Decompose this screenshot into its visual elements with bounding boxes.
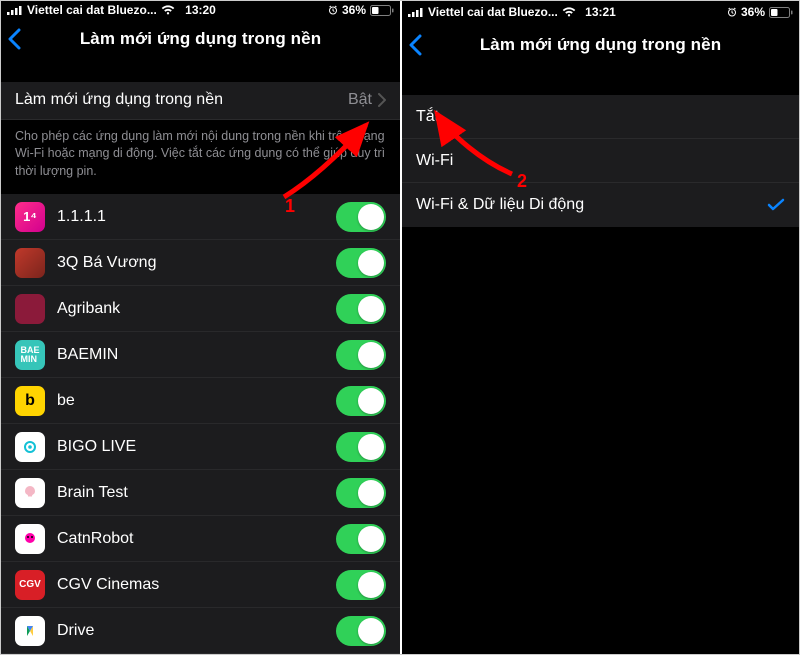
row-value: Bật (348, 91, 372, 109)
page-title: Làm mới ứng dụng trong nền (402, 35, 799, 55)
app-toggle[interactable] (336, 248, 386, 278)
section-footer: Cho phép các ứng dụng làm mới nội dung t… (1, 120, 400, 195)
back-button[interactable] (408, 23, 438, 67)
carrier-label: Viettel cai dat Bluezo... (428, 5, 558, 19)
option-row[interactable]: Wi-Fi & Dữ liệu Di động (402, 183, 799, 227)
battery-icon (769, 7, 793, 18)
chevron-left-icon (408, 34, 422, 56)
app-name: BAEMIN (57, 346, 336, 364)
option-label: Tắt (416, 108, 785, 126)
app-icon: b (15, 386, 45, 416)
app-row: Brain Test (1, 470, 400, 516)
chevron-left-icon (7, 28, 21, 50)
chevron-right-icon (378, 93, 386, 107)
wifi-icon (562, 7, 576, 17)
battery-label: 36% (342, 3, 366, 17)
status-bar: Viettel cai dat Bluezo... 13:21 36% (402, 1, 799, 23)
app-icon: CGV (15, 570, 45, 600)
app-name: CatnRobot (57, 530, 336, 548)
app-icon: 1⁴ (15, 202, 45, 232)
nav-header: Làm mới ứng dụng trong nền (402, 23, 799, 67)
app-name: Brain Test (57, 484, 336, 502)
app-row: 3Q Bá Vương (1, 240, 400, 286)
app-row: bbe (1, 378, 400, 424)
option-row[interactable]: Wi-Fi (402, 139, 799, 183)
app-row: 1⁴1.1.1.1 (1, 194, 400, 240)
options-list: Tắt Wi-Fi Wi-Fi & Dữ liệu Di động (402, 95, 799, 227)
app-toggle[interactable] (336, 202, 386, 232)
app-toggle[interactable] (336, 294, 386, 324)
app-toggle[interactable] (336, 432, 386, 462)
app-name: CGV Cinemas (57, 576, 336, 594)
alarm-icon (328, 5, 338, 15)
option-row[interactable]: Tắt (402, 95, 799, 139)
page-title: Làm mới ứng dụng trong nền (1, 29, 400, 49)
annotation-label-2: 2 (517, 171, 527, 192)
app-name: BIGO LIVE (57, 438, 336, 456)
app-name: Agribank (57, 300, 336, 318)
battery-icon (370, 5, 394, 16)
signal-icon (7, 5, 23, 15)
app-icon (15, 524, 45, 554)
back-button[interactable] (7, 17, 37, 61)
battery-label: 36% (741, 5, 765, 19)
app-icon (15, 248, 45, 278)
app-icon (15, 432, 45, 462)
app-row: Agribank (1, 286, 400, 332)
clock-label: 13:21 (585, 5, 616, 19)
app-toggle[interactable] (336, 386, 386, 416)
app-icon (15, 294, 45, 324)
app-icon (15, 478, 45, 508)
app-name: 3Q Bá Vương (57, 254, 336, 272)
app-row: CGV CGV Cinemas (1, 562, 400, 608)
background-refresh-row[interactable]: Làm mới ứng dụng trong nền Bật (1, 82, 400, 120)
app-toggle[interactable] (336, 570, 386, 600)
app-toggle[interactable] (336, 616, 386, 646)
signal-icon (408, 7, 424, 17)
carrier-label: Viettel cai dat Bluezo... (27, 3, 157, 17)
app-row: CatnRobot (1, 516, 400, 562)
phone-right: Viettel cai dat Bluezo... 13:21 36% Làm … (400, 1, 799, 654)
nav-header: Làm mới ứng dụng trong nền (1, 20, 400, 58)
annotation-label-1: 1 (285, 196, 295, 217)
row-label: Làm mới ứng dụng trong nền (15, 91, 348, 109)
status-bar: Viettel cai dat Bluezo... 13:20 36% (1, 1, 400, 20)
option-label: Wi-Fi & Dữ liệu Di động (416, 196, 767, 214)
app-name: be (57, 392, 336, 410)
app-toggle[interactable] (336, 478, 386, 508)
app-row: BIGO LIVE (1, 424, 400, 470)
app-icon: BAE MIN (15, 340, 45, 370)
phone-left: Viettel cai dat Bluezo... 13:20 36% Làm … (1, 1, 400, 654)
apps-list: 1⁴1.1.1.13Q Bá VươngAgribankBAE MINBAEMI… (1, 194, 400, 654)
check-icon (767, 198, 785, 212)
app-name: Drive (57, 622, 336, 640)
option-label: Wi-Fi (416, 152, 785, 170)
alarm-icon (727, 7, 737, 17)
app-row: Drive (1, 608, 400, 654)
clock-label: 13:20 (185, 3, 216, 17)
app-toggle[interactable] (336, 340, 386, 370)
app-toggle[interactable] (336, 524, 386, 554)
app-icon (15, 616, 45, 646)
wifi-icon (161, 5, 175, 15)
app-row: BAE MIN BAEMIN (1, 332, 400, 378)
